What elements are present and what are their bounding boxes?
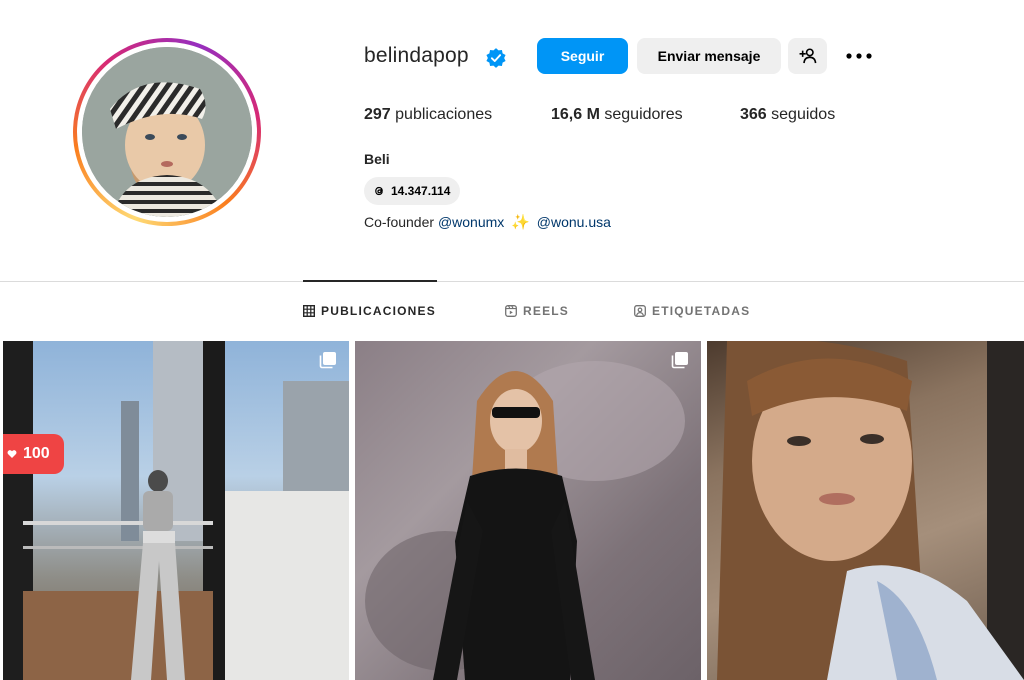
follow-button[interactable]: Seguir bbox=[537, 38, 628, 74]
post-image bbox=[3, 341, 349, 680]
post-thumbnail[interactable]: 100 bbox=[3, 341, 349, 680]
tab-etiquetadas[interactable]: ETIQUETADAS bbox=[634, 302, 750, 320]
avatar[interactable] bbox=[82, 47, 252, 217]
tabs-divider bbox=[0, 281, 1024, 282]
tab-label: PUBLICACIONES bbox=[321, 304, 436, 318]
add-person-icon bbox=[799, 48, 816, 64]
profile-avatar-ring[interactable] bbox=[73, 38, 261, 226]
followers-label: seguidores bbox=[604, 106, 683, 123]
tab-label: REELS bbox=[523, 304, 570, 318]
more-options-icon bbox=[846, 53, 872, 59]
send-message-button[interactable]: Enviar mensaje bbox=[637, 38, 781, 74]
avatar-gap bbox=[77, 42, 257, 222]
bio-mention-wonumx[interactable]: @wonumx bbox=[438, 214, 504, 230]
active-tab-indicator bbox=[303, 280, 437, 282]
likes-badge: 100 bbox=[3, 434, 64, 474]
followers-count: 16,6 M bbox=[551, 106, 600, 123]
carousel-icon bbox=[319, 352, 336, 369]
threads-badge[interactable]: 14.347.114 bbox=[364, 177, 461, 205]
carousel-icon bbox=[671, 352, 688, 369]
bio-text: Co-founder bbox=[364, 214, 435, 230]
bio-mention-wonu-usa[interactable]: @wonu.usa bbox=[537, 214, 611, 230]
tagged-icon bbox=[634, 305, 646, 317]
tab-publicaciones[interactable]: PUBLICACIONES bbox=[303, 302, 436, 320]
threads-icon bbox=[375, 186, 383, 196]
likes-count: 100 bbox=[23, 445, 50, 462]
posts-count-stat: 297 publicaciones bbox=[364, 106, 492, 124]
verified-badge-icon bbox=[486, 48, 506, 68]
following-label: seguidos bbox=[771, 106, 836, 123]
posts-label: publicaciones bbox=[395, 106, 493, 123]
threads-count: 14.347.114 bbox=[391, 184, 451, 198]
tab-reels[interactable]: REELS bbox=[505, 302, 569, 320]
more-options-button[interactable] bbox=[840, 38, 878, 74]
profile-username[interactable]: belindapop bbox=[364, 44, 469, 68]
profile-bio: Co-founder @wonumx ✨ @wonu.usa bbox=[364, 213, 611, 231]
tab-label: ETIQUETADAS bbox=[652, 304, 751, 318]
grid-icon bbox=[303, 305, 315, 317]
post-image bbox=[365, 361, 685, 680]
profile-full-name: Beli bbox=[364, 151, 390, 167]
post-thumbnail[interactable] bbox=[355, 341, 701, 680]
followers-stat[interactable]: 16,6 M seguidores bbox=[551, 106, 683, 124]
post-thumbnail[interactable] bbox=[707, 341, 1024, 680]
sparkles-emoji-icon: ✨ bbox=[511, 214, 530, 231]
following-count: 366 bbox=[740, 106, 767, 123]
following-stat[interactable]: 366 seguidos bbox=[740, 106, 835, 124]
suggested-accounts-button[interactable] bbox=[788, 38, 827, 74]
heart-icon bbox=[7, 450, 17, 458]
post-image bbox=[717, 341, 1024, 680]
avatar-photo bbox=[82, 47, 252, 217]
reels-icon bbox=[505, 305, 517, 317]
posts-count: 297 bbox=[364, 106, 391, 123]
